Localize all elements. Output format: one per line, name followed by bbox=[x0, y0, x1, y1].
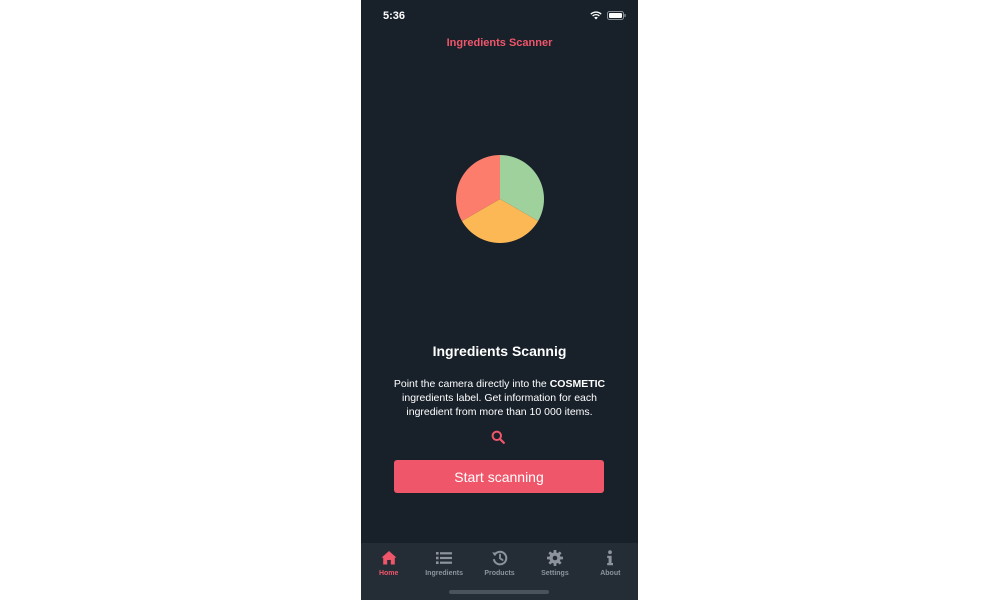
tab-label: Products bbox=[484, 570, 515, 577]
description-highlight: COSMETIC bbox=[549, 378, 606, 390]
info-icon bbox=[607, 550, 614, 566]
status-time: 5:36 bbox=[383, 10, 406, 22]
tab-home[interactable]: Home bbox=[361, 543, 416, 600]
phone-screen: 5:36 Ingredients Scanner Ingredients Sca… bbox=[361, 0, 638, 600]
status-icons bbox=[590, 11, 626, 20]
gear-icon bbox=[546, 550, 563, 566]
nav-title: Ingredients Scanner bbox=[446, 37, 553, 49]
list-icon bbox=[436, 552, 453, 564]
tab-label: About bbox=[600, 570, 621, 577]
page-heading: Ingredients Scannig bbox=[432, 343, 567, 359]
start-scanning-button[interactable]: Start scanning bbox=[394, 460, 604, 493]
home-icon bbox=[381, 551, 397, 565]
search-icon bbox=[491, 430, 505, 444]
description-text: Point the camera directly into the COSME… bbox=[381, 377, 618, 419]
history-icon bbox=[491, 550, 507, 566]
status-bar: 5:36 bbox=[361, 0, 638, 30]
pie-graphic bbox=[456, 155, 544, 243]
description-part: Point the camera directly into the bbox=[393, 378, 550, 390]
tab-label: Settings bbox=[541, 570, 569, 577]
battery-icon bbox=[607, 11, 626, 20]
tab-about[interactable]: About bbox=[583, 543, 638, 600]
tab-label: Ingredients bbox=[425, 570, 463, 577]
home-indicator bbox=[449, 590, 549, 594]
description-part: ingredients label. Get information for e… bbox=[402, 392, 597, 418]
wifi-icon bbox=[590, 11, 602, 20]
tab-label: Home bbox=[378, 570, 399, 577]
